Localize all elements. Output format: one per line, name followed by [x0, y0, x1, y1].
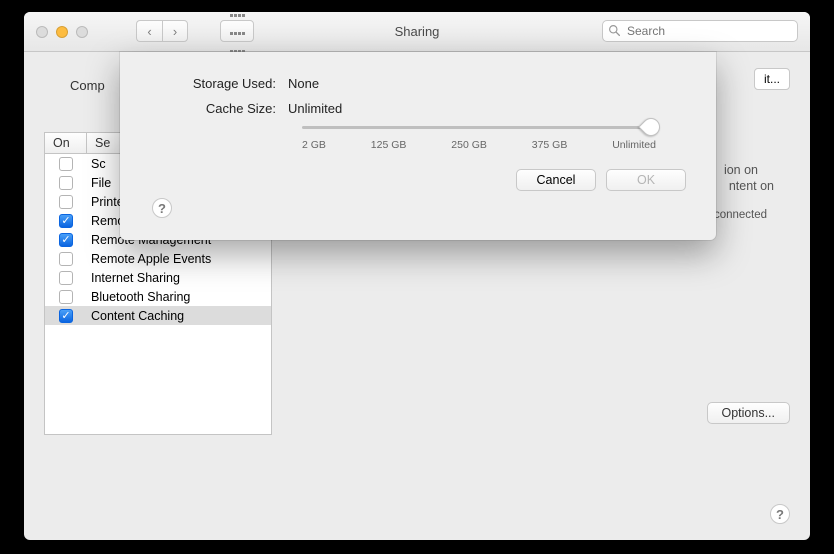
- slider-tick-label: Unlimited: [612, 139, 656, 151]
- search-wrap: [602, 20, 798, 42]
- service-checkbox[interactable]: [59, 252, 73, 266]
- options-button[interactable]: Options...: [707, 402, 791, 424]
- cache-slider[interactable]: 2 GB 125 GB 250 GB 375 GB Unlimited: [302, 126, 656, 151]
- help-button-main[interactable]: ?: [770, 504, 790, 524]
- service-checkbox[interactable]: ✓: [59, 233, 73, 247]
- service-row[interactable]: ✓ Content Caching: [45, 306, 271, 325]
- preferences-window: ‹ › Sharing Comp it... On S: [24, 12, 810, 540]
- service-checkbox[interactable]: [59, 176, 73, 190]
- service-checkbox[interactable]: [59, 195, 73, 209]
- col-service: Se: [87, 133, 118, 153]
- titlebar: ‹ › Sharing: [24, 12, 810, 52]
- service-row[interactable]: Remote Apple Events: [45, 249, 271, 268]
- cancel-button[interactable]: Cancel: [516, 169, 596, 191]
- service-checkbox[interactable]: ✓: [59, 309, 73, 323]
- service-checkbox[interactable]: ✓: [59, 214, 73, 228]
- service-row[interactable]: Bluetooth Sharing: [45, 287, 271, 306]
- storage-used-label: Storage Used:: [150, 76, 276, 91]
- service-checkbox[interactable]: [59, 290, 73, 304]
- edit-name-button[interactable]: it...: [754, 68, 790, 90]
- service-label: Content Caching: [87, 309, 271, 323]
- slider-tick-label: 125 GB: [371, 139, 407, 151]
- search-icon: [608, 24, 621, 40]
- col-on: On: [45, 133, 87, 153]
- service-checkbox[interactable]: [59, 157, 73, 171]
- storage-used-value: None: [288, 76, 319, 91]
- computer-name-label: Comp: [70, 78, 105, 93]
- service-row[interactable]: Internet Sharing: [45, 268, 271, 287]
- service-checkbox[interactable]: [59, 271, 73, 285]
- slider-track: [302, 126, 656, 129]
- slider-ticks: 2 GB 125 GB 250 GB 375 GB Unlimited: [302, 139, 656, 151]
- service-label: Internet Sharing: [87, 271, 271, 285]
- slider-tick-label: 2 GB: [302, 139, 326, 151]
- slider-tick-label: 250 GB: [451, 139, 487, 151]
- service-label: Remote Apple Events: [87, 252, 271, 266]
- cache-size-sheet: Storage Used: None Cache Size: Unlimited…: [120, 52, 716, 240]
- cache-size-value: Unlimited: [288, 101, 342, 116]
- service-label: Bluetooth Sharing: [87, 290, 271, 304]
- ok-button[interactable]: OK: [606, 169, 686, 191]
- help-button-sheet[interactable]: ?: [152, 198, 172, 218]
- cache-size-label: Cache Size:: [150, 101, 276, 116]
- search-input[interactable]: [602, 20, 798, 42]
- slider-tick-label: 375 GB: [532, 139, 568, 151]
- slider-knob[interactable]: [638, 114, 663, 139]
